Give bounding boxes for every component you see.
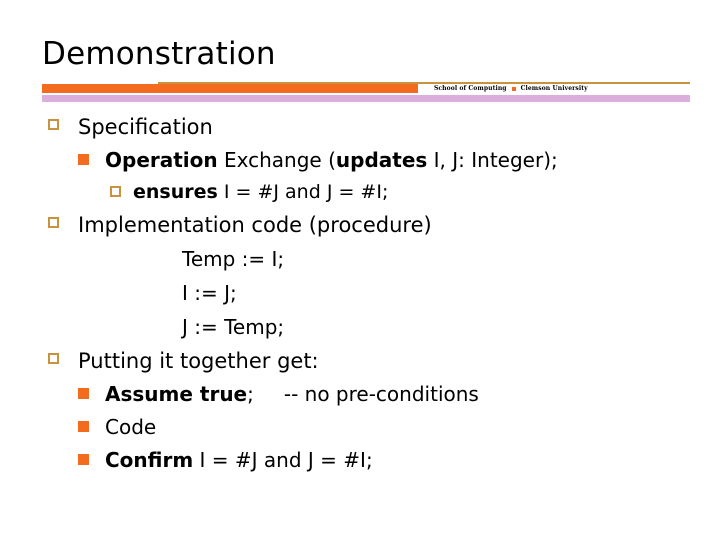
filled-square-bullet-icon <box>78 421 89 432</box>
orange-square-icon <box>511 86 516 91</box>
text-run: ; <box>247 382 254 406</box>
text-run: Assume true <box>105 382 248 406</box>
credit-university: Clemson University <box>520 85 588 92</box>
list-item-confirm: Confirm I = #J and J = #I; <box>0 444 720 477</box>
filled-square-bullet-icon <box>78 388 89 399</box>
filled-square-bullet-icon <box>78 454 89 465</box>
hollow-square-bullet-icon <box>48 353 59 364</box>
text-run: Code <box>105 415 157 439</box>
text-run: I := J; <box>182 281 237 305</box>
text-run: Exchange ( <box>217 148 336 172</box>
list-item-label: ensures I = #J and J = #I; <box>133 177 388 208</box>
slide-body: Specification Operation Exchange (updates… <box>0 110 720 477</box>
text-run: I, J: Integer); <box>427 148 558 172</box>
list-item-label: Code <box>105 411 156 444</box>
list-item-label: Confirm I = #J and J = #I; <box>105 444 373 477</box>
header-lavender-bar <box>42 95 690 102</box>
list-item-label: Implementation code (procedure) <box>78 208 432 242</box>
text-run: updates <box>335 148 428 172</box>
list-item-operation-exchange: Operation Exchange (updates I, J: Intege… <box>0 144 720 177</box>
text-run: Temp := I; <box>182 247 285 271</box>
text-run: Implementation code (procedure) <box>78 213 432 237</box>
hollow-square-bullet-icon <box>48 119 59 130</box>
text-run: Operation <box>105 148 218 172</box>
list-item-label: Assume true; -- no pre-conditions <box>105 378 479 411</box>
filled-square-bullet-icon <box>78 154 89 165</box>
text-run: -- no pre-conditions <box>283 382 479 406</box>
slide: Demonstration School of Computing Clemso… <box>0 0 720 540</box>
list-item-implementation-code: Implementation code (procedure) <box>0 208 720 242</box>
list-item-label: Putting it together get: <box>78 344 319 378</box>
list-item-assume-true: Assume true; -- no pre-conditions <box>0 378 720 411</box>
page-title: Demonstration <box>42 36 276 72</box>
code-line-2: I := J; <box>0 276 720 310</box>
text-run: ensures <box>133 181 218 203</box>
header-credit: School of Computing Clemson University <box>434 85 588 92</box>
text-run: Confirm <box>105 448 194 472</box>
list-item-specification: Specification <box>0 110 720 144</box>
list-item-putting-it-together: Putting it together get: <box>0 344 720 378</box>
text-run: I = #J and J = #I; <box>217 181 389 203</box>
credit-school: School of Computing <box>434 85 507 92</box>
code-line-3: J := Temp; <box>0 310 720 344</box>
hollow-square-bullet-icon <box>48 217 59 228</box>
list-item-label: Operation Exchange (updates I, J: Intege… <box>105 144 558 177</box>
list-item-label: Specification <box>78 110 213 144</box>
header-orange-bar <box>42 84 418 93</box>
list-item-code: Code <box>0 411 720 444</box>
text-run: Specification <box>78 115 213 139</box>
hollow-square-bullet-icon <box>110 186 121 197</box>
list-item-ensures-clause: ensures I = #J and J = #I; <box>0 177 720 208</box>
code-line-1: Temp := I; <box>0 242 720 276</box>
text-run: I = #J and J = #I; <box>193 448 373 472</box>
text-run: Putting it together get: <box>78 349 319 373</box>
text-run: J := Temp; <box>182 315 285 339</box>
